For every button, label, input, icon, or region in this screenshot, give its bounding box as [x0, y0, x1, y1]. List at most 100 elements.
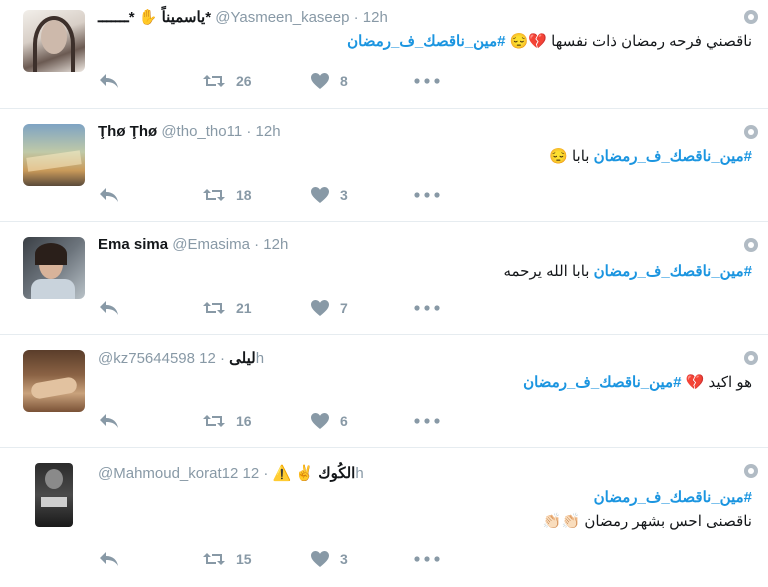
like-count: 6 — [340, 413, 348, 429]
globe-icon — [744, 464, 758, 478]
heart-icon — [311, 300, 329, 316]
reply-icon — [100, 188, 118, 202]
user-handle[interactable]: @tho_tho11 — [161, 123, 242, 140]
reply-icon — [100, 552, 118, 566]
tweet-actions: 15 3 — [98, 547, 458, 571]
tweet-header: @Mahmoud_korat12 الكُوك ✌️ ⚠️ · 12h — [98, 464, 364, 482]
retweet-button[interactable]: 21 — [202, 296, 252, 320]
reply-icon — [100, 414, 118, 428]
display-name[interactable]: ليلى — [229, 350, 256, 367]
retweet-count: 21 — [236, 300, 252, 316]
more-button[interactable] — [414, 296, 440, 320]
retweet-count: 18 — [236, 187, 252, 203]
globe-icon — [744, 125, 758, 139]
retweet-button[interactable]: 26 — [202, 69, 252, 93]
display-name[interactable]: ياسميناً ✋ *ـــــــ* — [98, 9, 211, 26]
like-button[interactable]: 7 — [310, 296, 348, 320]
reply-button[interactable] — [98, 69, 120, 93]
tweet-text: #مين_ناقصك_ف_رمضان بابا 😔 — [549, 147, 752, 165]
tweet-actions: 16 6 — [98, 409, 458, 433]
user-handle[interactable]: @kz75644598 — [98, 350, 195, 367]
more-button[interactable] — [414, 69, 440, 93]
heart-icon — [311, 73, 329, 89]
more-button[interactable] — [414, 409, 440, 433]
avatar[interactable] — [23, 237, 85, 299]
retweet-icon — [203, 302, 225, 314]
tweet-text: ناقصني فرحه رمضان ذات نفسها 💔😔 #مين_ناقص… — [347, 32, 752, 50]
heart-icon — [311, 413, 329, 429]
retweet-icon — [203, 75, 225, 87]
display-name[interactable]: Ema sima — [98, 236, 168, 253]
tweet-text-line: بابا 😔 — [549, 148, 590, 165]
timestamp[interactable]: · 12h — [246, 123, 280, 140]
display-name[interactable]: الكُوك ✌️ ⚠️ — [273, 465, 356, 482]
more-button[interactable] — [414, 183, 440, 207]
tweet-text: #مين_ناقصك_ف_رمضان — [594, 488, 752, 506]
more-button[interactable] — [414, 547, 440, 571]
hashtag-link[interactable]: #مين_ناقصك_ف_رمضان — [594, 489, 752, 506]
more-icon — [414, 556, 440, 562]
tweet-text: #مين_ناقصك_ف_رمضان بابا الله يرحمه — [503, 262, 752, 280]
retweet-count: 15 — [236, 551, 252, 567]
like-button[interactable]: 3 — [310, 183, 348, 207]
like-count: 8 — [340, 73, 348, 89]
avatar[interactable] — [35, 463, 73, 527]
more-icon — [414, 305, 440, 311]
tweet-header: @kz75644598 ليلى · 12h — [98, 349, 264, 367]
like-count: 7 — [340, 300, 348, 316]
reply-icon — [100, 74, 118, 88]
heart-icon — [311, 551, 329, 567]
tweet[interactable]: @Mahmoud_korat12 الكُوك ✌️ ⚠️ · 12h #مين… — [0, 448, 768, 587]
timestamp[interactable]: · 12h — [354, 9, 388, 26]
tweet[interactable]: ياسميناً ✋ *ـــــــ* @Yasmeen_kaseep · 1… — [0, 0, 768, 109]
hashtag-link[interactable]: #مين_ناقصك_ف_رمضان — [594, 148, 752, 165]
timestamp[interactable]: · 12h — [254, 236, 288, 253]
retweet-icon — [203, 415, 225, 427]
tweet-text-line: بابا الله يرحمه — [503, 263, 590, 280]
globe-icon — [744, 238, 758, 252]
reply-button[interactable] — [98, 296, 120, 320]
hashtag-link[interactable]: #مين_ناقصك_ف_رمضان — [347, 33, 505, 50]
avatar[interactable] — [23, 10, 85, 72]
tweet-text-line: ناقصني فرحه رمضان ذات نفسها 💔😔 — [509, 33, 752, 50]
tweet-text-line: ناقصنى احس بشهر رمضان 👏🏻👏🏻 — [542, 513, 752, 530]
retweet-count: 26 — [236, 73, 252, 89]
hashtag-link[interactable]: #مين_ناقصك_ف_رمضان — [523, 374, 681, 391]
user-handle[interactable]: @Emasima — [172, 236, 250, 253]
tweet-header: ياسميناً ✋ *ـــــــ* @Yasmeen_kaseep · 1… — [98, 8, 388, 26]
avatar[interactable] — [23, 350, 85, 412]
globe-icon — [744, 10, 758, 24]
like-button[interactable]: 8 — [310, 69, 348, 93]
tweet-text: هو اكيد 💔 #مين_ناقصك_ف_رمضان — [523, 373, 752, 391]
retweet-count: 16 — [236, 413, 252, 429]
tweet-actions: 26 8 — [98, 69, 458, 93]
retweet-button[interactable]: 16 — [202, 409, 252, 433]
reply-button[interactable] — [98, 409, 120, 433]
tweet[interactable]: @kz75644598 ليلى · 12h هو اكيد 💔 #مين_نا… — [0, 335, 768, 448]
retweet-icon — [203, 553, 225, 565]
more-icon — [414, 78, 440, 84]
display-name[interactable]: Ţhø Ţhø — [98, 123, 157, 140]
like-button[interactable]: 3 — [310, 547, 348, 571]
tweet-actions: 21 7 — [98, 296, 458, 320]
like-button[interactable]: 6 — [310, 409, 348, 433]
reply-button[interactable] — [98, 183, 120, 207]
retweet-button[interactable]: 15 — [202, 547, 252, 571]
tweet[interactable]: Ţhø Ţhø @tho_tho11 · 12h #مين_ناقصك_ف_رم… — [0, 109, 768, 222]
tweet-text-line: هو اكيد 💔 — [685, 374, 752, 391]
more-icon — [414, 418, 440, 424]
heart-icon — [311, 187, 329, 203]
tweet[interactable]: Ema sima @Emasima · 12h #مين_ناقصك_ف_رمض… — [0, 222, 768, 335]
user-handle[interactable]: @Mahmoud_korat12 — [98, 465, 238, 482]
tweet-header: Ţhø Ţhø @tho_tho11 · 12h — [98, 123, 281, 140]
globe-icon — [744, 351, 758, 365]
retweet-icon — [203, 189, 225, 201]
more-icon — [414, 192, 440, 198]
reply-button[interactable] — [98, 547, 120, 571]
user-handle[interactable]: @Yasmeen_kaseep — [215, 9, 349, 26]
hashtag-link[interactable]: #مين_ناقصك_ف_رمضان — [594, 263, 752, 280]
like-count: 3 — [340, 551, 348, 567]
retweet-button[interactable]: 18 — [202, 183, 252, 207]
tweet-header: Ema sima @Emasima · 12h — [98, 236, 288, 253]
avatar[interactable] — [23, 124, 85, 186]
